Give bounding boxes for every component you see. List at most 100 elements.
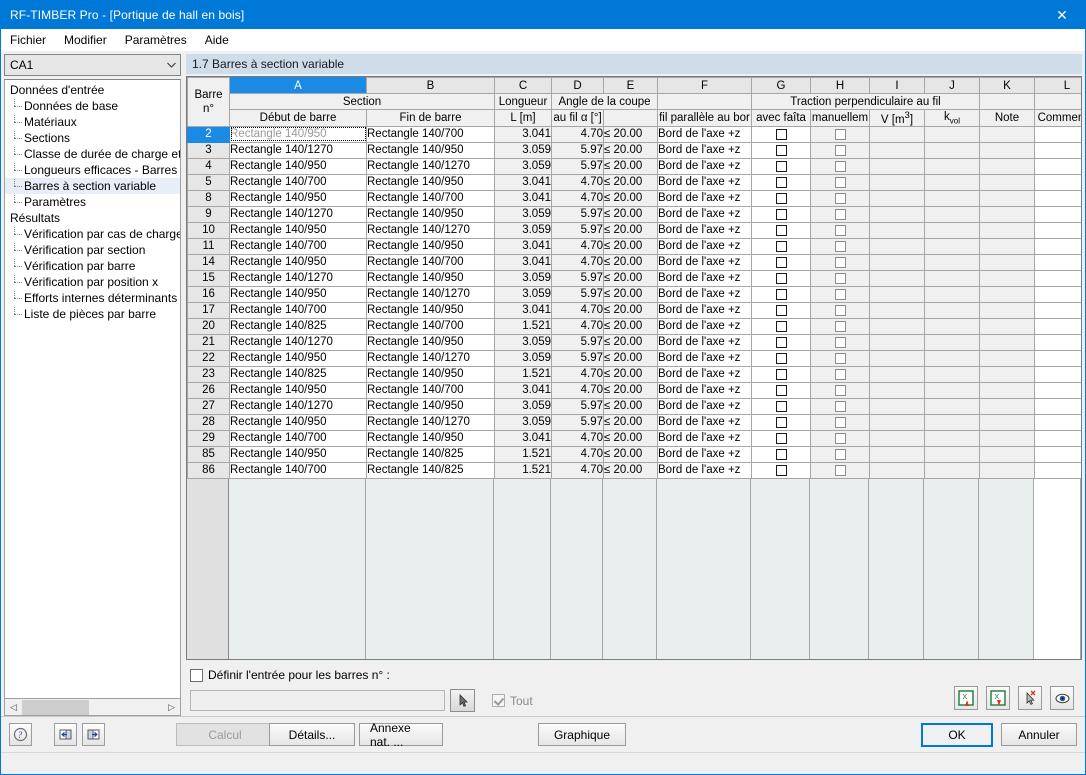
cell-angle[interactable]: 5.97	[551, 397, 604, 415]
row-number-cell[interactable]: 8	[187, 189, 230, 207]
cell-avec-faita-checkbox[interactable]	[751, 141, 811, 159]
tree-item-classe-duree-charge[interactable]: Classe de durée de charge et c	[5, 146, 180, 162]
cell-angle[interactable]: 4.70	[551, 429, 604, 447]
checkbox-manuellem[interactable]	[834, 161, 846, 173]
cell-angle[interactable]: 5.97	[551, 285, 604, 303]
column-header-E[interactable]: E	[603, 77, 658, 94]
cell-note[interactable]	[979, 445, 1035, 463]
cell-angle[interactable]: 4.70	[551, 125, 604, 143]
cell-manuellem-checkbox[interactable]	[810, 317, 870, 335]
column-header-G[interactable]: G	[751, 77, 811, 94]
tree-item-verif-cas-de-charge[interactable]: Vérification par cas de charge	[5, 226, 180, 242]
cell-longueur[interactable]: 3.059	[494, 349, 552, 367]
scrollbar-track[interactable]	[22, 699, 163, 715]
table-row[interactable]: 20 Rectangle 140/825 Rectangle 140/700 1.52…	[187, 317, 1081, 335]
cell-kvol[interactable]	[924, 269, 980, 287]
cell-volume[interactable]	[869, 125, 925, 143]
cell-longueur[interactable]: 1.521	[494, 445, 552, 463]
cell-manuellem-checkbox[interactable]	[810, 301, 870, 319]
cell-kvol[interactable]	[924, 141, 980, 159]
cell-note[interactable]	[979, 253, 1035, 271]
cell-avec-faita-checkbox[interactable]	[751, 429, 811, 447]
cell-manuellem-checkbox[interactable]	[810, 125, 870, 143]
cell-note[interactable]	[979, 285, 1035, 303]
cell-coupe-limite[interactable]: ≤ 20.00	[603, 317, 658, 335]
checkbox-avec-faita[interactable]	[775, 337, 787, 349]
scroll-right-icon[interactable]: ▷	[163, 700, 180, 715]
cell-kvol[interactable]	[924, 157, 980, 175]
cell-fin-de-barre[interactable]: Rectangle 140/950	[366, 269, 495, 287]
cell-debut-de-barre[interactable]: Rectangle 140/950	[229, 221, 367, 239]
cell-angle[interactable]: 4.70	[551, 381, 604, 399]
column-header-H[interactable]: H	[810, 77, 870, 94]
cell-angle[interactable]: 5.97	[551, 413, 604, 431]
cell-commentaire[interactable]	[1034, 173, 1081, 191]
cell-fil-parallele[interactable]: Bord de l'axe +z	[657, 141, 752, 159]
table-row[interactable]: 28 Rectangle 140/950 Rectangle 140/1270 3.0…	[187, 413, 1081, 431]
cell-commentaire[interactable]	[1034, 189, 1081, 207]
cell-angle[interactable]: 4.70	[551, 301, 604, 319]
cell-fil-parallele[interactable]: Bord de l'axe +z	[657, 189, 752, 207]
table-row[interactable]: 17 Rectangle 140/700 Rectangle 140/950 3.04…	[187, 301, 1081, 319]
checkbox-avec-faita[interactable]	[775, 385, 787, 397]
tree-item-longueurs-efficaces[interactable]: Longueurs efficaces - Barres	[5, 162, 180, 178]
cell-debut-de-barre[interactable]: Rectangle 140/1270	[229, 269, 367, 287]
cell-commentaire[interactable]	[1034, 365, 1081, 383]
cell-angle[interactable]: 5.97	[551, 269, 604, 287]
cell-fil-parallele[interactable]: Bord de l'axe +z	[657, 445, 752, 463]
checkbox-avec-faita[interactable]	[775, 129, 787, 141]
cell-avec-faita-checkbox[interactable]	[751, 317, 811, 335]
cell-avec-faita-checkbox[interactable]	[751, 301, 811, 319]
cell-volume[interactable]	[869, 365, 925, 383]
checkbox-manuellem[interactable]	[834, 305, 846, 317]
table-row[interactable]: 2 Rectangle 140/950 Rectangle 140/700 3.041…	[187, 125, 1081, 143]
tree-item-donnees-entree[interactable]: Données d'entrée	[5, 82, 180, 98]
cell-kvol[interactable]	[924, 301, 980, 319]
cell-angle[interactable]: 5.97	[551, 221, 604, 239]
cell-fil-parallele[interactable]: Bord de l'axe +z	[657, 221, 752, 239]
cell-fil-parallele[interactable]: Bord de l'axe +z	[657, 253, 752, 271]
table-row[interactable]: 26 Rectangle 140/950 Rectangle 140/700 3.04…	[187, 381, 1081, 399]
cell-longueur[interactable]: 3.041	[494, 189, 552, 207]
checkbox-avec-faita[interactable]	[775, 241, 787, 253]
checkbox-manuellem[interactable]	[834, 241, 846, 253]
cell-volume[interactable]	[869, 269, 925, 287]
checkbox-manuellem[interactable]	[834, 257, 846, 269]
cell-coupe-limite[interactable]: ≤ 20.00	[603, 413, 658, 431]
table-row[interactable]: 86 Rectangle 140/700 Rectangle 140/825 1.52…	[187, 461, 1081, 479]
cell-kvol[interactable]	[924, 189, 980, 207]
cell-kvol[interactable]	[924, 333, 980, 351]
cell-fin-de-barre[interactable]: Rectangle 140/825	[366, 445, 495, 463]
checkbox-avec-faita[interactable]	[775, 305, 787, 317]
checkbox-avec-faita[interactable]	[775, 449, 787, 461]
cell-kvol[interactable]	[924, 365, 980, 383]
row-number-cell[interactable]: 26	[187, 381, 230, 399]
tree-item-verif-position-x[interactable]: Vérification par position x	[5, 274, 180, 290]
cell-note[interactable]	[979, 125, 1035, 143]
cell-fin-de-barre[interactable]: Rectangle 140/700	[366, 253, 495, 271]
cell-angle[interactable]: 5.97	[551, 333, 604, 351]
checkbox-manuellem[interactable]	[834, 129, 846, 141]
cell-volume[interactable]	[869, 413, 925, 431]
checkbox-manuellem[interactable]	[834, 369, 846, 381]
cell-avec-faita-checkbox[interactable]	[751, 253, 811, 271]
cell-fil-parallele[interactable]: Bord de l'axe +z	[657, 333, 752, 351]
tout-option[interactable]: Tout	[492, 694, 533, 708]
cell-volume[interactable]	[869, 141, 925, 159]
cell-fin-de-barre[interactable]: Rectangle 140/950	[366, 429, 495, 447]
row-number-cell[interactable]: 5	[187, 173, 230, 191]
menu-item-fichier[interactable]: Fichier	[1, 31, 55, 49]
checkbox-avec-faita[interactable]	[775, 177, 787, 189]
export-excel-up-icon[interactable]: X	[954, 686, 978, 710]
row-number-cell[interactable]: 21	[187, 333, 230, 351]
cell-longueur[interactable]: 1.521	[494, 365, 552, 383]
cell-volume[interactable]	[869, 285, 925, 303]
checkbox-manuellem[interactable]	[834, 385, 846, 397]
cell-coupe-limite[interactable]: ≤ 20.00	[603, 333, 658, 351]
calcul-button[interactable]: Calcul	[176, 723, 274, 746]
tree-item-liste-pieces[interactable]: Liste de pièces par barre	[5, 306, 180, 322]
table-row[interactable]: 3 Rectangle 140/1270 Rectangle 140/950 3.05…	[187, 141, 1081, 159]
cell-volume[interactable]	[869, 157, 925, 175]
cell-avec-faita-checkbox[interactable]	[751, 333, 811, 351]
cell-manuellem-checkbox[interactable]	[810, 333, 870, 351]
